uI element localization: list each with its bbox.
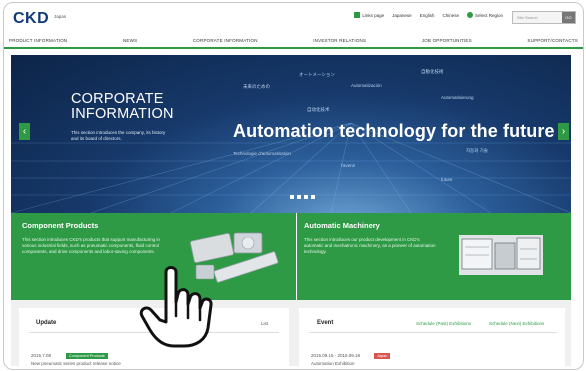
search-input[interactable]: Site Search GO <box>512 11 576 24</box>
floating-text: 自動化技術 <box>421 69 444 74</box>
slide-indicators <box>290 195 315 199</box>
next-slide-button[interactable]: › <box>558 123 569 140</box>
news-area: Update List 2015.7.08 Component Products… <box>11 300 571 368</box>
event-divider <box>309 332 557 333</box>
floating-text: l'avenir <box>341 163 356 168</box>
nav-corporate-information[interactable]: CORPORATE INFORMATION <box>193 38 258 43</box>
floating-text: Technologie d'automatisation <box>233 151 291 156</box>
floating-text: オートメーション <box>299 72 335 77</box>
chinese-link[interactable]: Chinese <box>442 13 459 18</box>
hero-tagline: Automation technology for the future <box>233 121 555 141</box>
component-products-title: Component Products <box>22 221 99 230</box>
event-region-badge: Japan <box>374 353 391 359</box>
floating-text: Automatización <box>351 83 382 88</box>
prev-slide-button[interactable]: ‹ <box>19 123 30 140</box>
slide-dot[interactable] <box>290 195 294 199</box>
japanese-link[interactable]: Japanese <box>392 13 412 18</box>
slide-dot[interactable] <box>311 195 315 199</box>
nav-investor-relations[interactable]: INVESTOR RELATIONS <box>313 38 366 43</box>
links-page-link[interactable]: Links page <box>354 12 384 18</box>
hero-banner[interactable]: CORPORATE INFORMATION This section intro… <box>11 55 571 213</box>
event-date: 2015.09.15 - 2015.09.18 <box>311 353 361 358</box>
floating-text: future <box>441 177 453 182</box>
region-label: Japan <box>54 14 67 19</box>
slide-dot[interactable] <box>297 195 301 199</box>
search-button[interactable]: GO <box>562 12 575 23</box>
top-bar: CKD Japan Links page Japanese English Ch… <box>4 3 583 33</box>
square-icon <box>354 12 361 18</box>
hero-description: This section introduces the company, its… <box>71 130 166 141</box>
event-box <box>299 308 565 368</box>
automatic-machinery-description: This section introduces our product deve… <box>304 237 436 254</box>
event-item-text[interactable]: Automation Exhibition <box>311 361 355 366</box>
select-region-link[interactable]: Select Region <box>466 12 503 18</box>
nav-product-information[interactable]: PRODUCT INFORMATION <box>9 38 67 43</box>
floating-text: 未来のための <box>243 84 270 89</box>
select-region-label: Select Region <box>474 12 503 18</box>
component-products-description: This section introduces CKD's products t… <box>22 237 160 254</box>
automatic-machinery-title: Automatic Machinery <box>304 221 380 230</box>
floating-text: Automatisierung <box>441 95 474 100</box>
update-category-badge: Component Products <box>66 353 108 359</box>
update-date: 2015.7.08 <box>31 353 52 358</box>
ckd-logo[interactable]: CKD <box>13 10 49 28</box>
automatic-machinery-panel[interactable]: Automatic Machinery This section introdu… <box>297 213 571 300</box>
nav-news[interactable]: NEWS <box>123 38 137 43</box>
floating-text: 자동화 기술 <box>466 148 488 153</box>
hand-pointer-icon <box>139 266 213 348</box>
globe-icon <box>466 12 473 18</box>
main-nav: PRODUCT INFORMATION NEWS CORPORATE INFOR… <box>4 33 583 49</box>
utility-links: Links page Japanese English Chinese Sele… <box>354 12 503 18</box>
nav-job-opportunities[interactable]: JOB OPPORTUNITIES <box>422 38 472 43</box>
floating-text: 自动化技术 <box>307 107 330 112</box>
update-title: Update <box>36 320 57 326</box>
nav-support-contacts[interactable]: SUPPORT/CONTACTS <box>527 38 578 43</box>
links-page-label: Links page <box>362 12 385 18</box>
update-list-link[interactable]: List <box>261 321 268 326</box>
hero-title: CORPORATE INFORMATION <box>71 92 174 122</box>
machinery-image <box>459 235 543 275</box>
search-placeholder: Site Search <box>517 15 538 20</box>
event-title: Event <box>317 320 334 326</box>
english-link[interactable]: English <box>420 13 435 18</box>
update-item-text[interactable]: New pneumatic series product release not… <box>31 361 121 366</box>
hero-title-line2: INFORMATION <box>71 106 174 122</box>
next-exhibitions-link[interactable]: Schedule (Next) Exhibitions <box>489 321 544 326</box>
hero-title-line1: CORPORATE <box>71 91 164 107</box>
past-exhibitions-link[interactable]: Schedule (Past) Exhibitions <box>416 321 471 326</box>
slide-dot[interactable] <box>304 195 308 199</box>
